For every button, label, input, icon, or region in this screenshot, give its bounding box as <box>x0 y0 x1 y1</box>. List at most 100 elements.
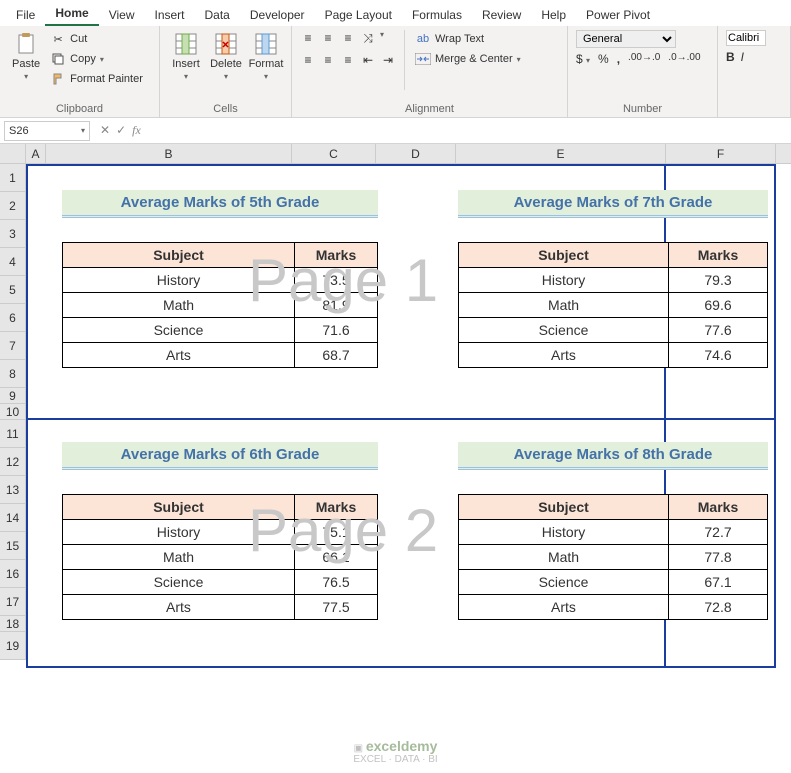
comma-icon[interactable]: , <box>617 52 620 66</box>
chevron-down-icon: ▾ <box>100 55 104 64</box>
grade5-block: Average Marks of 5th Grade SubjectMarks … <box>62 190 378 368</box>
grade6-header-marks: Marks <box>295 495 378 520</box>
font-name-input[interactable] <box>726 30 766 46</box>
number-group-label: Number <box>576 101 709 115</box>
row-header-4[interactable]: 4 <box>0 248 26 276</box>
tab-data[interactable]: Data <box>195 4 240 26</box>
row-header-3[interactable]: 3 <box>0 220 26 248</box>
clipboard-group-label: Clipboard <box>8 101 151 115</box>
col-header-b[interactable]: B <box>46 144 292 163</box>
tab-review[interactable]: Review <box>472 4 531 26</box>
paste-button[interactable]: Paste ▾ <box>8 30 44 83</box>
table-row: Math69.6 <box>459 293 768 318</box>
table-row: Arts72.8 <box>459 595 768 620</box>
percent-icon[interactable]: % <box>598 52 609 66</box>
scissors-icon: ✂ <box>50 31 66 47</box>
clipboard-icon <box>14 32 38 56</box>
grade5-header-subject: Subject <box>63 243 295 268</box>
col-header-c[interactable]: C <box>292 144 376 163</box>
align-right-icon[interactable]: ≡ <box>340 52 356 68</box>
chevron-down-icon: ▾ <box>81 126 85 135</box>
row-header-9[interactable]: 9 <box>0 388 26 404</box>
align-middle-icon[interactable]: ≡ <box>320 30 336 46</box>
copy-button[interactable]: Copy ▾ <box>48 50 145 68</box>
table-row: Science76.5 <box>63 570 378 595</box>
delete-cells-icon <box>214 32 238 56</box>
row-header-6[interactable]: 6 <box>0 304 26 332</box>
tab-insert[interactable]: Insert <box>144 4 194 26</box>
merge-center-button[interactable]: Merge & Center ▾ <box>413 50 523 68</box>
tab-help[interactable]: Help <box>531 4 576 26</box>
decrease-decimal-icon[interactable]: .0→.00 <box>668 52 700 66</box>
row-header-14[interactable]: 14 <box>0 504 26 532</box>
chevron-down-icon: ▾ <box>24 72 28 81</box>
table-row: Science71.6 <box>63 318 378 343</box>
currency-icon[interactable]: $ ▾ <box>576 52 590 66</box>
ribbon: Paste ▾ ✂ Cut Copy ▾ <box>0 26 791 118</box>
logo-icon: ▣ <box>354 743 366 754</box>
print-area: Page 1 Page 2 Average Marks of 5th Grade… <box>26 164 776 668</box>
grade8-title: Average Marks of 8th Grade <box>458 442 768 470</box>
format-painter-button[interactable]: Format Painter <box>48 70 145 88</box>
orientation-icon[interactable]: ⤨ <box>360 30 376 46</box>
row-header-5[interactable]: 5 <box>0 276 26 304</box>
row-header-10[interactable]: 10 <box>0 404 26 420</box>
col-header-a[interactable]: A <box>26 144 46 163</box>
row-header-1[interactable]: 1 <box>0 164 26 192</box>
row-header-16[interactable]: 16 <box>0 560 26 588</box>
table-row: Math66.1 <box>63 545 378 570</box>
fx-icon[interactable]: fx <box>132 123 141 138</box>
grade5-header-marks: Marks <box>295 243 378 268</box>
row-header-19[interactable]: 19 <box>0 632 26 660</box>
col-header-e[interactable]: E <box>456 144 666 163</box>
tab-developer[interactable]: Developer <box>240 4 315 26</box>
row-header-11[interactable]: 11 <box>0 420 26 448</box>
chevron-down-icon: ▾ <box>224 72 228 81</box>
align-top-icon[interactable]: ≡ <box>300 30 316 46</box>
copy-icon <box>50 51 66 67</box>
tab-file[interactable]: File <box>6 4 45 26</box>
grade5-title: Average Marks of 5th Grade <box>62 190 378 218</box>
wrap-text-button[interactable]: ab Wrap Text <box>413 30 523 48</box>
tab-page-layout[interactable]: Page Layout <box>315 4 402 26</box>
tab-formulas[interactable]: Formulas <box>402 4 472 26</box>
row-header-18[interactable]: 18 <box>0 616 26 632</box>
increase-decimal-icon[interactable]: .00→.0 <box>628 52 660 66</box>
tab-power-pivot[interactable]: Power Pivot <box>576 4 660 26</box>
align-bottom-icon[interactable]: ≡ <box>340 30 356 46</box>
insert-cells-button[interactable]: Insert ▾ <box>168 30 204 83</box>
row-header-2[interactable]: 2 <box>0 192 26 220</box>
cancel-formula-icon[interactable]: ✕ <box>100 123 110 138</box>
cut-button[interactable]: ✂ Cut <box>48 30 145 48</box>
row-header-15[interactable]: 15 <box>0 532 26 560</box>
align-center-icon[interactable]: ≡ <box>320 52 336 68</box>
row-header-7[interactable]: 7 <box>0 332 26 360</box>
row-header-17[interactable]: 17 <box>0 588 26 616</box>
row-header-8[interactable]: 8 <box>0 360 26 388</box>
delete-cells-button[interactable]: Delete ▾ <box>208 30 244 83</box>
grade7-header-subject: Subject <box>459 243 669 268</box>
accept-formula-icon[interactable]: ✓ <box>116 123 126 138</box>
grade7-title: Average Marks of 7th Grade <box>458 190 768 218</box>
bold-button[interactable]: B <box>726 50 735 64</box>
grade6-title: Average Marks of 6th Grade <box>62 442 378 470</box>
select-all-corner[interactable] <box>0 144 26 163</box>
row-header-13[interactable]: 13 <box>0 476 26 504</box>
col-header-f[interactable]: F <box>666 144 776 163</box>
formula-bar: S26 ▾ ✕ ✓ fx <box>0 118 791 144</box>
number-format-select[interactable]: General <box>576 30 676 48</box>
decrease-indent-icon[interactable]: ⇤ <box>360 52 376 68</box>
row-header-12[interactable]: 12 <box>0 448 26 476</box>
align-left-icon[interactable]: ≡ <box>300 52 316 68</box>
wrap-text-icon: ab <box>415 31 431 47</box>
tab-home[interactable]: Home <box>45 2 98 26</box>
format-cells-button[interactable]: Format ▾ <box>248 30 284 83</box>
italic-button[interactable]: I <box>741 50 744 64</box>
tab-view[interactable]: View <box>99 4 145 26</box>
table-row: Arts68.7 <box>63 343 378 368</box>
increase-indent-icon[interactable]: ⇥ <box>380 52 396 68</box>
col-header-d[interactable]: D <box>376 144 456 163</box>
formula-input[interactable] <box>147 124 791 138</box>
paste-label: Paste <box>12 58 40 70</box>
name-box[interactable]: S26 ▾ <box>4 121 90 141</box>
